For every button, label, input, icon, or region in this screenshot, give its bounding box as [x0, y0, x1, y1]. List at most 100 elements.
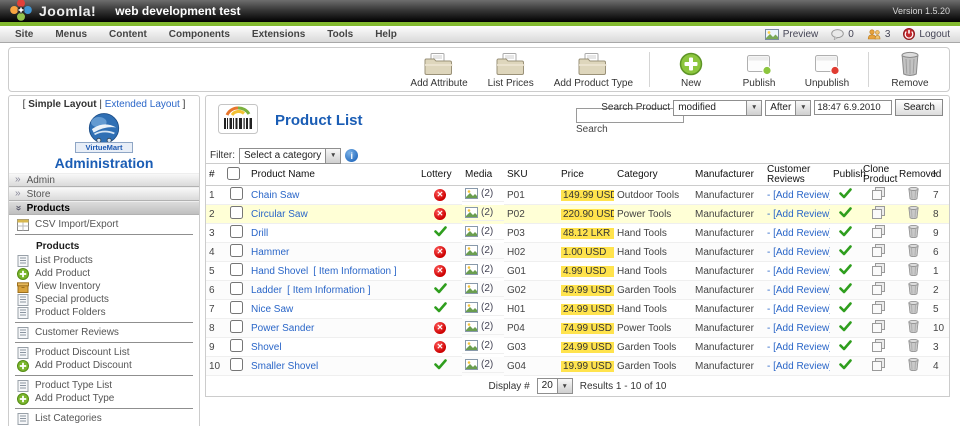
lottery-enabled-icon[interactable] [434, 302, 447, 313]
remove-product-button[interactable] [908, 282, 919, 295]
remove-product-button[interactable] [908, 320, 919, 333]
publish-toggle-icon[interactable] [839, 283, 852, 294]
preview-button[interactable]: Preview [765, 29, 819, 40]
product-name-link[interactable]: Drill [251, 228, 268, 239]
clone-product-button[interactable] [872, 320, 885, 333]
remove-product-button[interactable] [908, 263, 919, 276]
search-field-select[interactable]: modified ▼ [673, 100, 762, 116]
lottery-disabled-icon[interactable]: ✕ [434, 341, 446, 353]
menu-tools[interactable]: Tools [316, 27, 364, 42]
remove-product-button[interactable] [908, 339, 919, 352]
sidebar-item-list-categories[interactable]: List Categories [9, 412, 199, 425]
info-icon[interactable]: i [345, 149, 358, 162]
search-date-input[interactable] [814, 100, 892, 115]
lottery-disabled-icon[interactable]: ✕ [434, 208, 446, 220]
sidebar-item-product-type-list[interactable]: Product Type List [9, 379, 199, 392]
sidebar-item-view-inventory[interactable]: View Inventory [9, 280, 199, 293]
select-all-checkbox[interactable] [227, 167, 240, 180]
media-icon[interactable] [465, 340, 478, 351]
add-review-link[interactable]: - [Add Review] [767, 304, 830, 315]
row-checkbox[interactable] [230, 206, 243, 219]
clone-product-button[interactable] [872, 225, 885, 238]
menu-help[interactable]: Help [364, 27, 408, 42]
publish-toggle-icon[interactable] [839, 264, 852, 275]
row-checkbox[interactable] [230, 339, 243, 352]
sidebar-section-admin[interactable]: »Admin [9, 173, 199, 187]
add-review-link[interactable]: - [Add Review] [767, 323, 830, 334]
row-checkbox[interactable] [230, 225, 243, 238]
lottery-enabled-icon[interactable] [434, 359, 447, 370]
toolbar-remove-button[interactable]: Remove [879, 50, 941, 90]
product-name-link[interactable]: Circular Saw [251, 209, 308, 220]
menu-content[interactable]: Content [98, 27, 158, 42]
sidebar-section-products[interactable]: »Products [9, 201, 199, 215]
item-information-link[interactable]: [ Item Information ] [313, 266, 396, 277]
add-review-link[interactable]: - [Add Review] [767, 209, 830, 220]
product-name-link[interactable]: Hand Shovel[ Item Information ] [251, 266, 397, 277]
product-name-link[interactable]: Chain Saw [251, 190, 299, 201]
publish-toggle-icon[interactable] [839, 226, 852, 237]
clone-product-button[interactable] [872, 282, 885, 295]
clone-product-button[interactable] [872, 206, 885, 219]
publish-toggle-icon[interactable] [839, 302, 852, 313]
publish-toggle-icon[interactable] [839, 340, 852, 351]
product-name-link[interactable]: Smaller Shovel [251, 361, 318, 372]
add-review-link[interactable]: - [Add Review] [767, 247, 830, 258]
remove-product-button[interactable] [908, 187, 919, 200]
media-icon[interactable] [465, 207, 478, 218]
category-filter-select[interactable]: Select a category ▼ [239, 148, 341, 164]
clone-product-button[interactable] [872, 263, 885, 276]
sidebar-item-special-products[interactable]: Special products [9, 293, 199, 306]
sidebar-item-product-discount-list[interactable]: Product Discount List [9, 346, 199, 359]
product-name-link[interactable]: Nice Saw [251, 304, 293, 315]
product-name-link[interactable]: Shovel [251, 342, 282, 353]
sidebar-item-add-product-discount[interactable]: Add Product Discount [9, 359, 199, 372]
clone-product-button[interactable] [872, 339, 885, 352]
menu-menus[interactable]: Menus [44, 27, 98, 42]
product-name-link[interactable]: Ladder[ Item Information ] [251, 285, 371, 296]
add-review-link[interactable]: - [Add Review] [767, 285, 830, 296]
remove-product-button[interactable] [908, 244, 919, 257]
remove-product-button[interactable] [908, 225, 919, 238]
media-icon[interactable] [465, 321, 478, 332]
lottery-disabled-icon[interactable]: ✕ [434, 246, 446, 258]
lottery-disabled-icon[interactable]: ✕ [434, 189, 446, 201]
menu-components[interactable]: Components [158, 27, 241, 42]
publish-toggle-icon[interactable] [839, 245, 852, 256]
row-checkbox[interactable] [230, 263, 243, 276]
extended-layout-link[interactable]: Extended Layout [105, 99, 180, 110]
clone-product-button[interactable] [872, 244, 885, 257]
lottery-disabled-icon[interactable]: ✕ [434, 265, 446, 277]
sidebar-item-customer-reviews[interactable]: Customer Reviews [9, 326, 199, 339]
add-review-link[interactable]: - [Add Review] [767, 228, 830, 239]
remove-product-button[interactable] [908, 358, 919, 371]
add-review-link[interactable]: - [Add Review] [767, 342, 830, 353]
users-indicator[interactable]: 3 [867, 29, 891, 40]
media-icon[interactable] [465, 302, 478, 313]
sidebar-section-store[interactable]: »Store [9, 187, 199, 201]
product-name-link[interactable]: Hammer [251, 247, 289, 258]
publish-toggle-icon[interactable] [839, 188, 852, 199]
sidebar-item-add-product-type[interactable]: Add Product Type [9, 392, 199, 405]
media-icon[interactable] [465, 188, 478, 199]
row-checkbox[interactable] [230, 320, 243, 333]
toolbar-add-attribute-button[interactable]: Add Attribute [404, 50, 473, 90]
simple-layout-link[interactable]: Simple Layout [28, 99, 96, 110]
publish-toggle-icon[interactable] [839, 321, 852, 332]
toolbar-add-product-type-button[interactable]: Add Product Type [548, 50, 639, 90]
lottery-enabled-icon[interactable] [434, 283, 447, 294]
clone-product-button[interactable] [872, 187, 885, 200]
publish-toggle-icon[interactable] [839, 359, 852, 370]
sidebar-item-add-product[interactable]: Add Product [9, 267, 199, 280]
media-icon[interactable] [465, 226, 478, 237]
row-checkbox[interactable] [230, 187, 243, 200]
remove-product-button[interactable] [908, 301, 919, 314]
sidebar-item-product-folders[interactable]: Product Folders [9, 306, 199, 319]
media-icon[interactable] [465, 283, 478, 294]
search-button[interactable]: Search [895, 99, 943, 116]
add-review-link[interactable]: - [Add Review] [767, 361, 830, 372]
logout-button[interactable]: Logout [903, 28, 950, 40]
publish-toggle-icon[interactable] [839, 207, 852, 218]
media-icon[interactable] [465, 245, 478, 256]
search-operator-select[interactable]: After ▼ [765, 100, 811, 116]
